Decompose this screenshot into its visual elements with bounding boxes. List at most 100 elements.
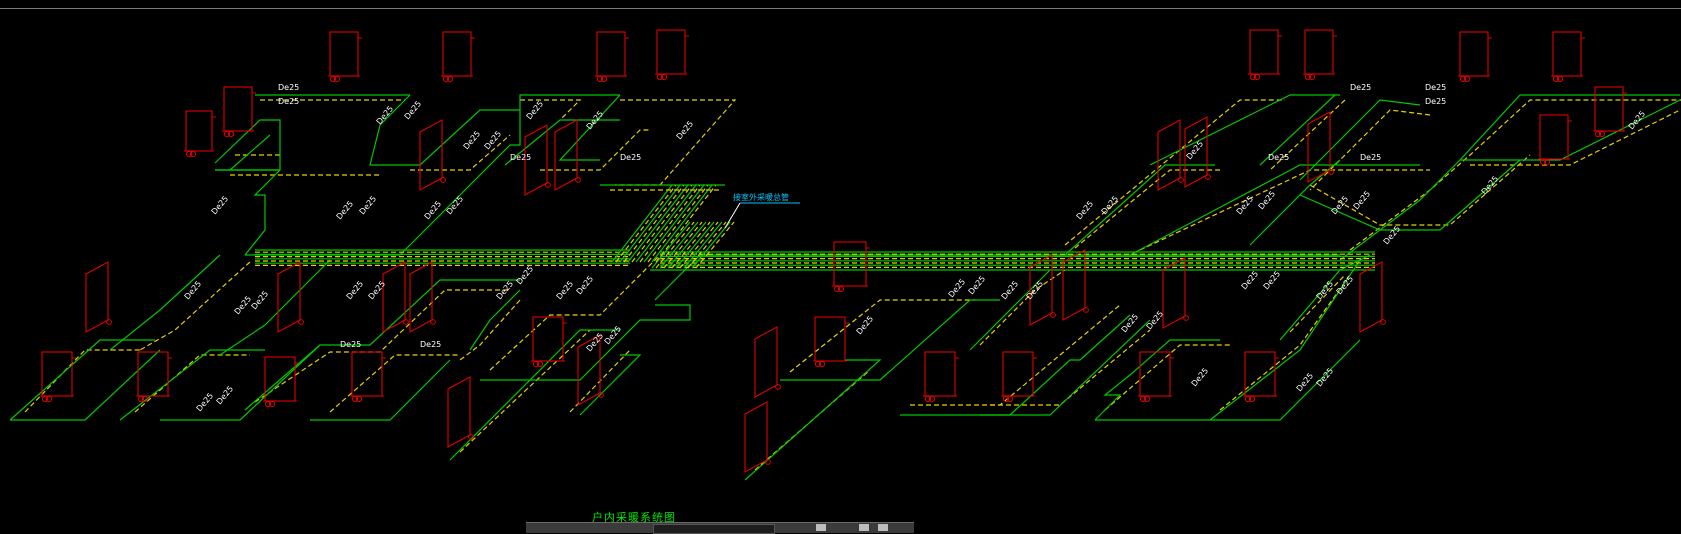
radiator-icon <box>923 351 959 403</box>
return-pipe <box>1219 274 1351 411</box>
supply-pipe <box>654 254 1340 301</box>
return-pipe <box>1470 109 1681 166</box>
pipe-size-label: De25 <box>1190 366 1211 388</box>
pipe-size-label: De25 <box>210 194 231 216</box>
return-pipe <box>139 261 251 351</box>
radiator-icon <box>1001 351 1037 403</box>
radiator-icon <box>531 316 567 368</box>
pipe-size-label: De25 <box>575 274 596 296</box>
radiator-body <box>442 31 472 77</box>
pipe-size-label: De25 <box>1425 97 1446 106</box>
pipe-size-label: De25 <box>403 99 424 121</box>
pipe-size-label: De25 <box>1000 279 1021 301</box>
return-pipe <box>489 254 661 371</box>
pipe-size-label: De25 <box>947 277 968 299</box>
pipe-size-label: De25 <box>340 340 361 349</box>
pipe-size-label: De25 <box>423 199 444 221</box>
supply-pipe <box>119 349 265 421</box>
valve-icon <box>403 319 409 325</box>
pipe-size-label: De25 <box>420 340 441 349</box>
status-toggle-b[interactable] <box>859 524 869 531</box>
supply-pipe <box>229 134 271 171</box>
radiator-body <box>137 351 169 397</box>
supply-callout: 接室外采暖总管 <box>724 192 800 229</box>
supply-pipe <box>244 169 281 256</box>
pipe-size-label: De25 <box>555 279 576 301</box>
status-bar <box>526 522 914 534</box>
radiator-body <box>1459 31 1489 77</box>
valve-icon <box>1083 307 1089 313</box>
supply-pipe <box>1460 99 1681 161</box>
radiator-icon <box>813 316 849 368</box>
pipe-size-label: De25 <box>462 129 483 151</box>
main-pipe-bundle <box>255 184 1375 271</box>
supply-pipe-layer <box>9 94 1681 481</box>
radiator-icon <box>1458 31 1492 83</box>
valve-icon <box>1205 174 1211 180</box>
radiator-body <box>1552 31 1582 77</box>
pipe-size-label: De25 <box>515 264 536 286</box>
pipe-size-label: De25 <box>967 274 988 296</box>
pipe-size-label: De25 <box>1480 174 1501 196</box>
status-toggle-c[interactable] <box>878 524 888 531</box>
pipe-size-label: De25 <box>1268 153 1289 162</box>
return-pipe <box>1074 169 1220 249</box>
radiator-icon <box>350 351 386 403</box>
valve-icon <box>298 319 304 325</box>
radiator-icon <box>1551 31 1585 83</box>
pipe-size-label: De25 <box>1025 279 1046 301</box>
radiator-icon <box>328 31 362 83</box>
pipe-size-label: De25 <box>1240 269 1261 291</box>
pipe-size-label: De25 <box>1352 189 1373 211</box>
heating-system-drawing[interactable]: De25De25De25 De25De25 De25De25De25 De25De25… <box>0 0 1681 532</box>
return-pipe <box>910 304 1121 406</box>
valve-icon <box>1380 319 1386 325</box>
pipe-size-label: De25 <box>1120 312 1141 334</box>
pipe-size-label: De25 <box>278 83 299 92</box>
radiator-body <box>924 351 956 397</box>
supply-pipe <box>1129 164 1420 256</box>
riser-bundle-pipe <box>619 184 681 263</box>
radiator-icon <box>419 119 446 191</box>
pipe-size-label: De25 <box>855 314 876 336</box>
pipe-size-label: De25 <box>183 279 204 301</box>
radiator-icon <box>1162 257 1189 329</box>
valve-icon <box>1050 312 1056 318</box>
pipe-label-layer: De25De25De25 De25De25 De25De25De25 De25De25… <box>183 83 1648 413</box>
pipe-size-label: De25 <box>1425 83 1446 92</box>
radiator-icon <box>85 261 112 333</box>
return-pipe <box>459 329 591 453</box>
pipe-size-label: De25 <box>1335 274 1356 296</box>
command-input[interactable] <box>653 524 775 534</box>
pipe-size-label: De25 <box>358 194 379 216</box>
supply-pipe <box>214 119 281 171</box>
radiator-body <box>596 31 626 77</box>
pipe-size-label: De25 <box>1315 366 1336 388</box>
riser-bundle-pipe <box>627 184 689 263</box>
return-pipe <box>1064 99 1285 246</box>
supply-pipe <box>579 354 642 416</box>
pipe-size-label: De25 <box>1627 109 1648 131</box>
pipe-size-label: De25 <box>1350 83 1371 92</box>
radiator-body <box>382 261 406 333</box>
radiator-icon <box>754 326 781 398</box>
supply-pipe <box>369 94 520 166</box>
radiator-body <box>185 110 213 152</box>
pipe-size-label: De25 <box>367 279 388 301</box>
pipe-size-label: De25 <box>525 99 546 121</box>
valve-icon <box>545 182 551 188</box>
return-pipe <box>540 129 650 171</box>
radiator-body <box>744 401 768 473</box>
supply-pipe <box>160 344 321 421</box>
return-pipe-layer <box>24 99 1681 471</box>
radiator-icon <box>1248 29 1282 81</box>
pipe-size-label: De25 <box>335 199 356 221</box>
supply-callout-label: 接室外采暖总管 <box>733 192 789 202</box>
pipe-size-label: De25 <box>195 391 216 413</box>
radiator-icon <box>277 261 304 333</box>
radiator-body <box>277 261 301 333</box>
status-toggle-a[interactable] <box>816 524 826 531</box>
supply-pipe <box>399 94 620 256</box>
pipe-size-label: De25 <box>620 153 641 162</box>
pipe-size-label: De25 <box>1295 371 1316 393</box>
